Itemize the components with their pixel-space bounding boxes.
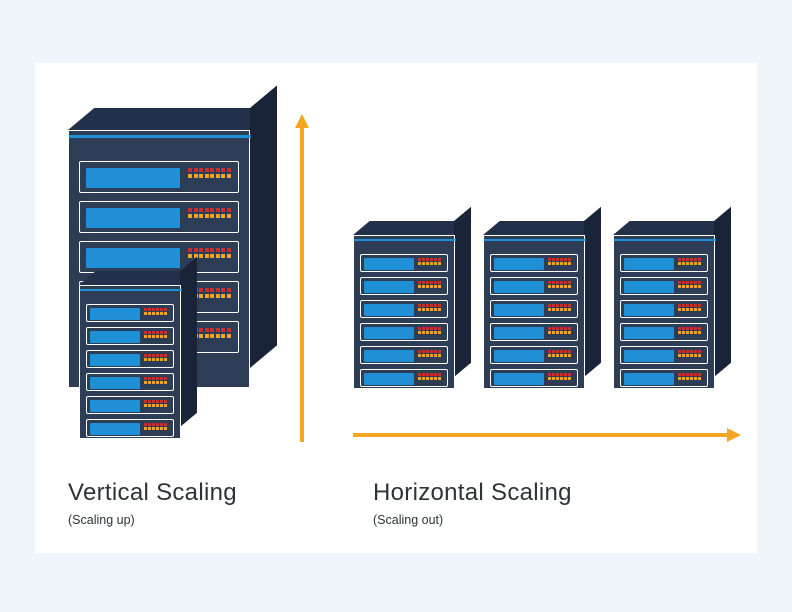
horizontal-server-3-icon [613, 221, 732, 389]
horizontal-server-1-icon [353, 221, 472, 389]
horizontal-label-group: Horizontal Scaling (Scaling out) [373, 479, 572, 527]
horizontal-arrow-icon [353, 428, 741, 442]
horizontal-title: Horizontal Scaling [373, 479, 572, 507]
diagram-panel: Vertical Scaling (Scaling up) Horizontal… [35, 63, 757, 553]
vertical-subtitle: (Scaling up) [68, 513, 237, 527]
horizontal-subtitle: (Scaling out) [373, 513, 572, 527]
vertical-arrow-icon [295, 114, 309, 442]
horizontal-server-2-icon [483, 221, 602, 389]
vertical-label-group: Vertical Scaling (Scaling up) [68, 479, 237, 527]
small-server-icon [79, 271, 198, 439]
vertical-title: Vertical Scaling [68, 479, 237, 507]
